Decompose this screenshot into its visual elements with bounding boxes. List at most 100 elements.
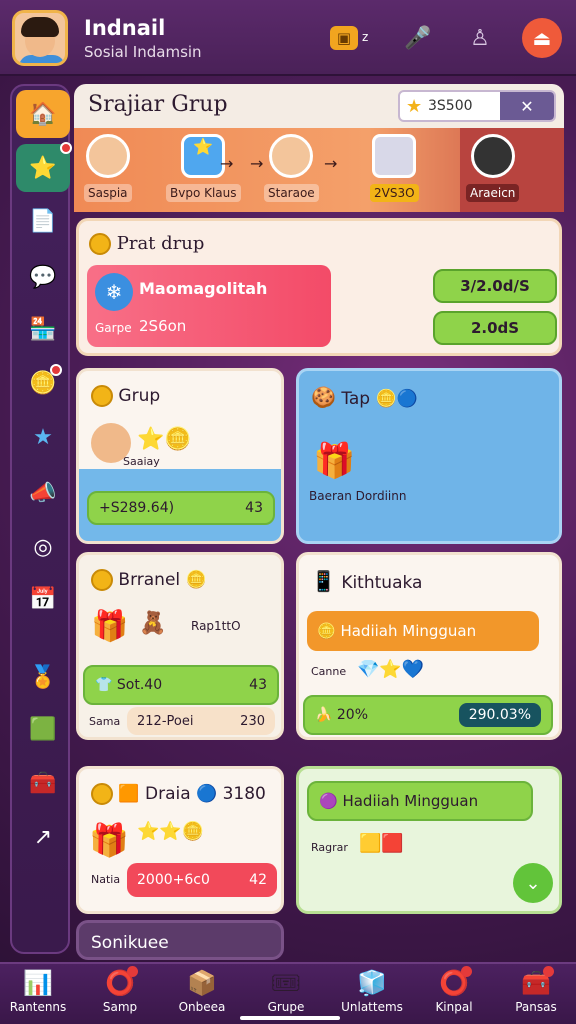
home-indicator[interactable]: [240, 1016, 340, 1020]
row-label: Sama: [89, 715, 121, 728]
gift-icon: 🎁: [89, 821, 129, 859]
sidebar-badge-icon[interactable]: 🏅: [26, 660, 60, 694]
top-bar: Indnail Sosial Indamsin ▣ z 🎤 ♙ ⏏: [0, 0, 576, 76]
brand-card[interactable]: Brranel 🪙 🎁 🧸 Rap1ttO 👕 Sot.40 43 Sama 21…: [76, 552, 284, 740]
sidebar-megaphone-icon[interactable]: 📣: [26, 476, 60, 510]
chest-icon: 🧰: [504, 966, 568, 1000]
search-field[interactable]: ★ 3S500 ✕: [398, 90, 556, 122]
featured-card[interactable]: ❄ Maomagolitah Garpe 2S6on: [87, 265, 331, 347]
star-icon: ⭐🪙: [137, 427, 192, 452]
coin-icon[interactable]: ▣: [330, 26, 358, 50]
gift-icon: 🎁: [91, 609, 129, 644]
value-pill[interactable]: 2000+6c0 42: [127, 863, 277, 897]
sidebar-cube-icon[interactable]: 🟩: [26, 712, 60, 746]
cube-icon: 🧊: [357, 969, 387, 997]
nav-item-samp[interactable]: ⭕ Samp: [88, 966, 152, 1014]
star-icon: ⭐⭐🪙: [137, 821, 205, 842]
app-subtitle: Sosial Indamsin: [84, 43, 202, 61]
target-icon: ⭕: [88, 966, 152, 1000]
target-icon: ⭕: [422, 966, 486, 1000]
app-name: Indnail: [84, 16, 166, 40]
exit-button[interactable]: ⏏: [522, 18, 562, 58]
banner-item[interactable]: 2VS3O: [370, 134, 419, 202]
search-value: 3S500: [428, 98, 473, 114]
chevron-down-icon[interactable]: ⌄: [513, 863, 553, 903]
main-content: Srajiar Grup ★ 3S500 ✕ Saspia ⭐ Bvpo Klau…: [74, 84, 568, 960]
value-pill[interactable]: 3/2.0d/S: [433, 269, 557, 303]
value-pill[interactable]: 212-Poei 230: [127, 707, 275, 735]
nav-item-kinpal[interactable]: ⭕ Kinpal: [422, 966, 486, 1014]
card-title: Maomagolitah: [139, 279, 268, 298]
draia-card[interactable]: 🟧 Draia 🔵 3180 🎁 ⭐⭐🪙 Natia 2000+6c0 42: [76, 766, 284, 914]
value-pill[interactable]: 🍌 20% 290.03%: [303, 695, 553, 735]
sidebar-star2-icon[interactable]: ★: [26, 420, 60, 454]
sidebar-chest-icon[interactable]: 🧰: [26, 766, 60, 800]
card-header: Sonikuee: [91, 933, 169, 953]
panel-header: Prat drup: [89, 233, 204, 255]
avatar[interactable]: [12, 10, 68, 66]
star-icon: ★: [406, 96, 423, 117]
value-pill[interactable]: 2.0dS: [433, 311, 557, 345]
user-icon[interactable]: ♙: [464, 22, 496, 54]
value-pill[interactable]: 👕 Sot.40 43: [83, 665, 279, 705]
gift-icon: 🟨🟥: [359, 833, 404, 854]
banner-item[interactable]: Saspia: [84, 134, 132, 202]
sidebar: 🏠 ⭐ 📄 💬 🏪 🪙 ★ 📣 ◎ 📅 🏅 🟩 🧰 ↗: [10, 84, 72, 954]
side-label: Rap1ttO: [191, 619, 241, 633]
ticket-icon: 🎟: [270, 969, 302, 997]
nav-item-rantenns[interactable]: 📊 Rantenns: [6, 966, 70, 1014]
sidebar-search-icon[interactable]: ◎: [26, 530, 60, 564]
sidebar-chat-icon[interactable]: 💬: [26, 260, 60, 294]
chart-icon: 📊: [23, 969, 53, 997]
top-card[interactable]: 🍪 Tap 🪙🔵 🎁 Baeran Dordiinn: [296, 368, 562, 544]
banner-item[interactable]: Staraoe: [264, 134, 319, 202]
nav-item-onbeea[interactable]: 📦 Onbeea: [170, 966, 234, 1014]
partial-card[interactable]: Sonikuee: [76, 920, 284, 960]
sidebar-calendar-icon[interactable]: 📅: [26, 582, 60, 616]
top-panel: Prat drup ❄ Maomagolitah Garpe 2S6on 3/2…: [76, 218, 562, 356]
row-label: Ragrar: [311, 841, 348, 854]
card-caption: Baeran Dordiinn: [309, 489, 407, 503]
sidebar-document-icon[interactable]: 📄: [26, 204, 60, 238]
sidebar-coin-icon[interactable]: 🪙: [26, 364, 62, 400]
card-header: 🟧 Draia 🔵 3180: [91, 783, 266, 805]
value-pill[interactable]: +S289.64) 43: [87, 491, 275, 525]
grup-card[interactable]: Grup ⭐🪙 Saaiay +S289.64) 43: [76, 368, 284, 544]
sidebar-home-icon[interactable]: 🏠: [16, 90, 70, 138]
card-value: 2S6on: [139, 317, 187, 335]
gift-icon: 🎁: [313, 441, 356, 481]
coin-icon: [89, 233, 111, 255]
row-label: Canne: [311, 665, 347, 678]
coin-badge: z: [362, 30, 369, 44]
row-label: Natia: [91, 873, 121, 886]
microphone-icon[interactable]: 🎤: [402, 22, 434, 54]
arrow-icon: →: [324, 154, 338, 173]
card-header: 🍪 Tap 🪙🔵: [311, 385, 418, 409]
arrow-icon: →: [250, 154, 264, 173]
sidebar-share-icon[interactable]: ↗: [26, 820, 60, 854]
title-bar: Srajiar Grup ★ 3S500 ✕: [74, 84, 564, 128]
snowflake-icon: ❄: [95, 273, 133, 311]
nav-item-unlattems[interactable]: 🧊 Unlattems: [340, 966, 404, 1014]
banner-item[interactable]: Araeicn: [466, 134, 520, 202]
reward-banner[interactable]: 🪙 Hadiiah Mingguan: [307, 611, 539, 651]
arrow-icon: →: [220, 154, 234, 173]
bottom-nav: 📊 Rantenns ⭕ Samp 📦 Onbeea 🎟 Grupe 🧊 Unlattem…: [0, 962, 576, 1024]
hadiah-card[interactable]: 🟣 Hadiiah Mingguan Ragrar 🟨🟥 ⌄: [296, 766, 562, 914]
page-title: Srajiar Grup: [88, 92, 228, 117]
box-icon: 📦: [187, 969, 217, 997]
sidebar-star-icon[interactable]: ⭐: [16, 142, 72, 192]
card-header: Grup: [91, 385, 160, 407]
close-icon[interactable]: ✕: [500, 92, 554, 120]
nav-item-pansas[interactable]: 🧰 Pansas: [504, 966, 568, 1014]
leaderboard-banner: Saspia ⭐ Bvpo Klaus → → Staraoe → 2VS3O A…: [74, 128, 564, 212]
card-header: 📱 Kithtuaka: [311, 569, 423, 593]
sidebar-shop-icon[interactable]: 🏪: [26, 312, 60, 346]
reward-banner[interactable]: 🟣 Hadiiah Mingguan: [307, 781, 533, 821]
gem-icon: 💎⭐💙: [357, 659, 425, 680]
kith-card[interactable]: 📱 Kithtuaka 🪙 Hadiiah Mingguan Canne 💎⭐💙…: [296, 552, 562, 740]
member-name: Saaiay: [123, 455, 160, 468]
nav-item-grupe[interactable]: 🎟 Grupe: [254, 966, 318, 1014]
card-header: Brranel 🪙: [91, 569, 207, 591]
character-icon: 🧸: [139, 611, 167, 636]
